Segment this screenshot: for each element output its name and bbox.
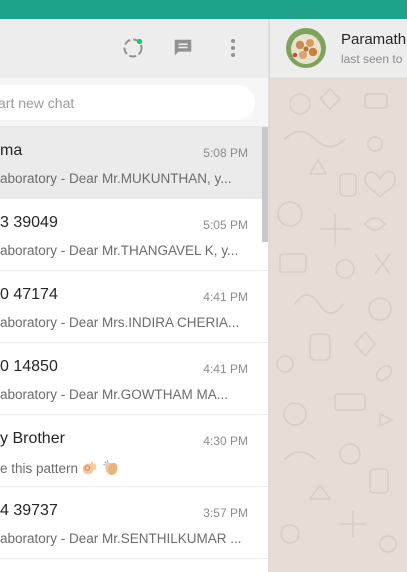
chat-name: 4 39737 [0,502,58,519]
new-chat-icon[interactable] [171,36,195,60]
chat-preview: e this pattern [0,459,244,477]
chat-name: ma [0,142,23,159]
app-top-band [0,0,407,19]
chat-preview-text: e this pattern [0,461,79,476]
chat-time: 3:57 PM [203,506,248,520]
chat-preview: aboratory - Dear Mr.THANGAVEL K, y... [0,243,239,258]
chat-list-item[interactable]: 3 39049 5:05 PM aboratory - Dear Mr.THAN… [0,199,268,271]
chat-time: 4:41 PM [203,290,248,304]
chat-name: y Brother [0,430,65,447]
chat-preview: aboratory - Dear Mrs.INDIRA CHERIA... [0,315,240,330]
chat-name: 3 39049 [0,214,58,231]
status-icon[interactable] [121,36,145,60]
chat-list-item[interactable]: y Brother 4:30 PM e this pattern [0,415,268,487]
scrollbar-thumb[interactable] [262,127,268,242]
chat-preview: aboratory - Dear Mr.GOWTHAM MA... [0,387,229,402]
doodle-pattern [276,87,397,553]
chat-time: 5:08 PM [203,146,248,160]
row-divider [0,558,268,559]
chat-list-item[interactable]: 4 39737 3:57 PM aboratory - Dear Mr.SENT… [0,487,268,559]
chat-list-item[interactable]: ma 5:08 PM aboratory - Dear Mr.MUKUNTHAN… [0,127,268,199]
contact-avatar[interactable] [286,28,326,68]
conversation-header[interactable]: Paramath last seen to [270,19,407,78]
chat-name: 0 47174 [0,286,58,303]
chat-list: ma 5:08 PM aboratory - Dear Mr.MUKUNTHAN… [0,127,268,559]
chat-list-item[interactable]: 0 14850 4:41 PM aboratory - Dear Mr.GOWT… [0,343,268,415]
sidebar-header [0,19,268,78]
chat-preview: aboratory - Dear Mr.MUKUNTHAN, y... [0,171,232,186]
contact-last-seen: last seen to [341,52,403,66]
search-bar [0,78,268,127]
search-input[interactable] [0,85,255,120]
chat-list-item[interactable]: 0 47174 4:41 PM aboratory - Dear Mrs.IND… [0,271,268,343]
chat-time: 4:41 PM [203,362,248,376]
chat-time: 5:05 PM [203,218,248,232]
contact-name: Paramath [341,31,407,48]
menu-icon[interactable] [221,36,245,60]
chat-time: 4:30 PM [203,434,248,448]
chat-name: 0 14850 [0,358,58,375]
sidebar: ma 5:08 PM aboratory - Dear Mr.MUKUNTHAN… [0,19,269,572]
clapping-hands-emoji [103,460,118,476]
chat-preview: aboratory - Dear Mr.SENTHILKUMAR ... [0,531,242,546]
chat-wallpaper [270,79,407,572]
chat-list-scrollbar[interactable] [262,127,268,572]
ok-hand-emoji [82,461,96,475]
